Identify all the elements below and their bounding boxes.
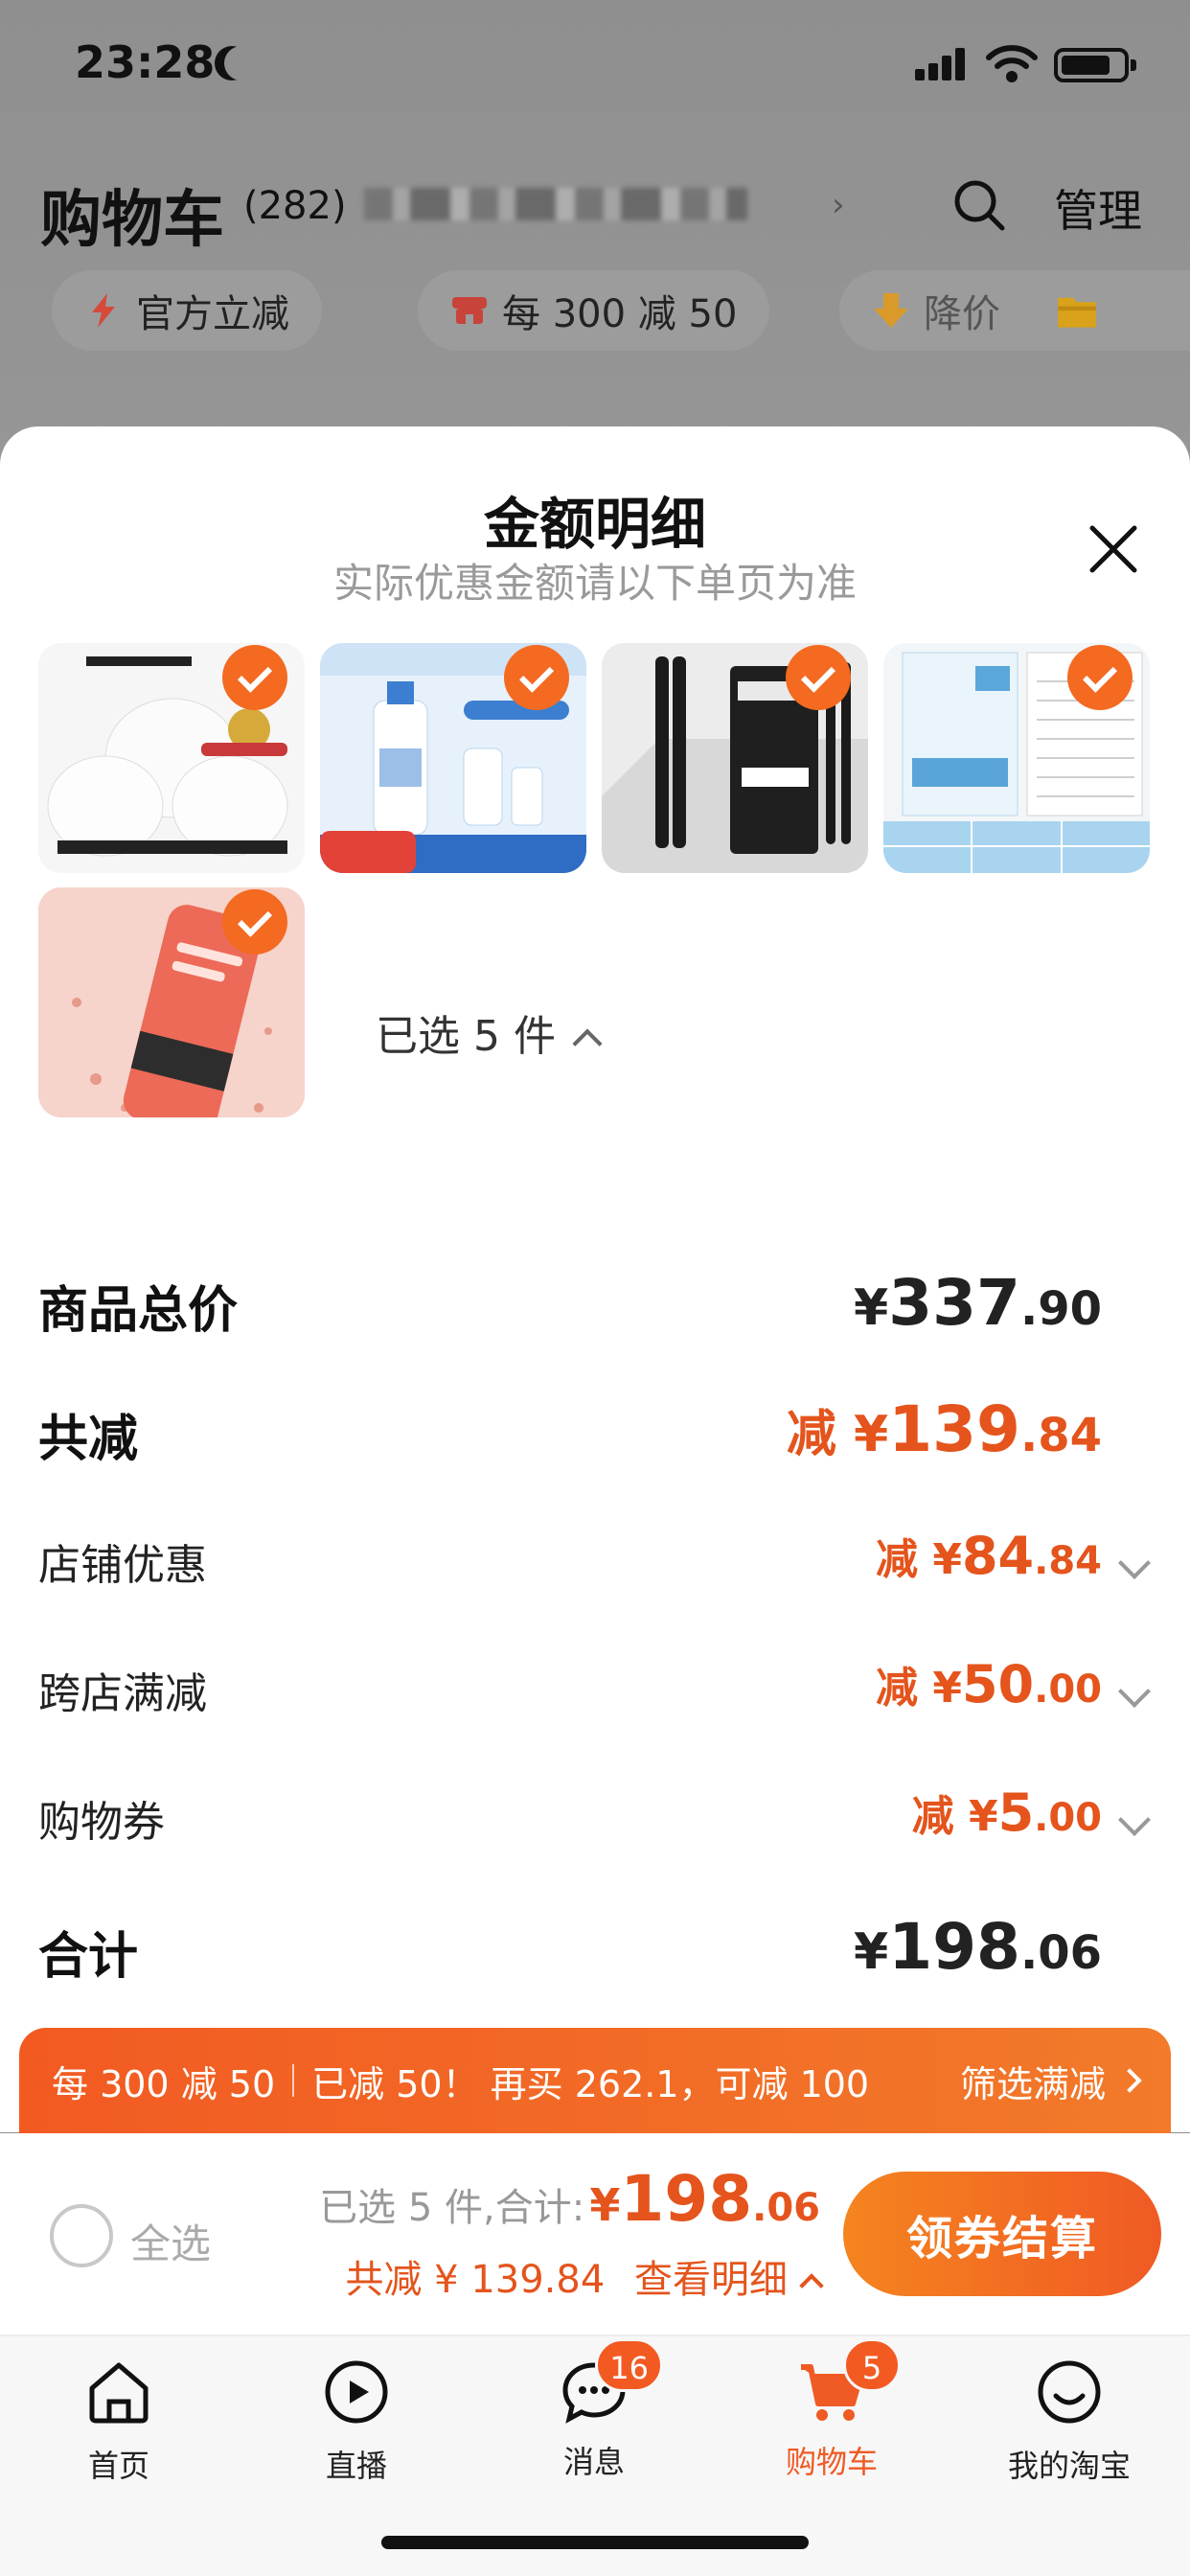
tab-label: 购物车: [785, 2444, 878, 2480]
tab-messages[interactable]: 16 消息: [498, 2338, 690, 2511]
promo-banner: 每 300 减 50 已减 50！ 再买 262.1，可减 100 筛选满减: [19, 2028, 1171, 2133]
select-all-radio[interactable]: [50, 2204, 113, 2267]
home-indicator[interactable]: [381, 2536, 809, 2549]
promo-action-label: 筛选满减: [959, 2062, 1106, 2105]
home-icon: [89, 2362, 149, 2424]
selected-count-toggle[interactable]: 已选 5 件: [376, 1001, 603, 1063]
chip-label: 每 300 减 50: [502, 292, 738, 336]
manage-button[interactable]: 管理: [1054, 176, 1142, 240]
cart-count: (282): [243, 184, 347, 228]
coupon-value: 减 ¥5.00: [911, 1782, 1102, 1843]
chip-cross-store-discount[interactable]: 每 300 减 50: [418, 270, 770, 351]
folder-icon[interactable]: [1052, 289, 1102, 332]
checkmark-icon[interactable]: [222, 645, 287, 710]
arrow-down-icon: [874, 293, 908, 328]
chip-label: 降价: [924, 292, 1000, 336]
chevron-right-icon: ›: [832, 186, 845, 224]
checkmark-icon[interactable]: [786, 645, 851, 710]
saved-amount: 共减 ¥ 139.84: [345, 2258, 606, 2302]
item-thumbnail[interactable]: [602, 643, 868, 873]
tab-label: 消息: [562, 2444, 625, 2480]
row-label: 合计: [38, 1928, 139, 1986]
tab-live[interactable]: 直播: [261, 2358, 452, 2511]
cart-title: 购物车: [40, 185, 224, 256]
shop-discount-row[interactable]: 店铺优惠 减 ¥84.84: [38, 1526, 1151, 1607]
grand-total-row: 合计 ¥198.06: [38, 1910, 1150, 1992]
amount-detail-sheet: 金额明细 实际优惠金额请以下单页为准 已选 5 件 商品总价 ¥337.90 共…: [0, 426, 1190, 2132]
item-thumbnail[interactable]: [38, 643, 305, 873]
blurred-address[interactable]: [364, 188, 747, 220]
filter-full-discount-link[interactable]: 筛选满减: [959, 2055, 1142, 2107]
checkout-bar: 全选 已选 5 件,合计: ¥198.06 共减 ¥ 139.84 查看明细 领…: [0, 2133, 1190, 2334]
tab-label: 首页: [87, 2448, 149, 2484]
view-details-link[interactable]: 查看明细: [634, 2258, 788, 2302]
profile-icon: [1038, 2360, 1101, 2424]
tab-label: 我的淘宝: [1007, 2448, 1131, 2484]
row-label: 跨店满减: [38, 1669, 207, 1718]
chip-label: 官方立减: [136, 292, 289, 336]
cross-shop-discount-row[interactable]: 跨店满减 减 ¥50.00: [38, 1654, 1151, 1736]
checkout-button[interactable]: 领券结算: [843, 2172, 1161, 2296]
sheet-subtitle: 实际优惠金额请以下单页为准: [332, 560, 857, 607]
checkmark-icon[interactable]: [504, 645, 569, 710]
selected-count-label: 已选 5 件: [376, 1012, 556, 1061]
chevron-down-icon[interactable]: [1118, 1675, 1151, 1708]
row-label: 店铺优惠: [38, 1541, 207, 1590]
wifi-icon: [986, 45, 1038, 82]
chevron-down-icon[interactable]: [1118, 1547, 1151, 1579]
coupon-row[interactable]: 购物券 减 ¥5.00: [38, 1782, 1151, 1864]
row-label: 购物券: [38, 1798, 165, 1847]
row-label: 商品总价: [38, 1282, 239, 1340]
chip-price-drop[interactable]: 降价: [839, 270, 1190, 351]
item-thumbnail[interactable]: [38, 887, 305, 1117]
promo-rule: 每 300 减 50: [52, 2062, 276, 2105]
checkout-saved[interactable]: 共减 ¥ 139.84 查看明细: [345, 2248, 824, 2304]
search-icon[interactable]: [952, 178, 1006, 232]
chevron-right-icon: [1117, 2068, 1142, 2093]
battery-icon: [1054, 48, 1136, 82]
cross-shop-discount-value: 减 ¥50.00: [876, 1654, 1102, 1714]
lightning-icon: [92, 293, 115, 328]
status-time: 23:28: [75, 36, 216, 88]
checkout-total: 已选 5 件,合计: ¥198.06: [319, 2162, 820, 2236]
checkmark-icon[interactable]: [1067, 645, 1133, 710]
app-root: 23:28 购物车 (282) › 管理 官方立减 每 300 减 50 降价 …: [0, 0, 1190, 2576]
checkmark-icon[interactable]: [222, 889, 287, 954]
sheet-title: 金额明细: [483, 492, 706, 557]
divider: [292, 2064, 295, 2097]
live-icon: [325, 2360, 388, 2424]
tab-cart[interactable]: 5 购物车: [736, 2338, 927, 2511]
tab-label: 直播: [325, 2448, 387, 2484]
select-all-label[interactable]: 全选: [130, 2212, 211, 2270]
chevron-down-icon[interactable]: [1118, 1804, 1151, 1836]
shop-icon: [452, 297, 487, 324]
goods-total-value: ¥337.90: [854, 1266, 1102, 1340]
cart-badge: 5: [843, 2338, 901, 2392]
chip-official-discount[interactable]: 官方立减: [52, 270, 322, 351]
goods-total-row: 商品总价 ¥337.90: [38, 1266, 1150, 1346]
total-discount-row: 共减 减 ¥139.84: [38, 1392, 1150, 1475]
status-bar: 23:28: [0, 0, 1190, 134]
chevron-up-icon: [799, 2273, 824, 2298]
chevron-up-icon: [572, 1028, 603, 1059]
row-label: 共减: [38, 1411, 139, 1468]
item-thumbnail[interactable]: [883, 643, 1150, 873]
shop-discount-value: 减 ¥84.84: [876, 1526, 1102, 1586]
total-discount-value: 减 ¥139.84: [786, 1392, 1102, 1466]
message-badge: 16: [595, 2338, 663, 2392]
close-icon[interactable]: [1085, 520, 1142, 578]
signal-icon: [915, 48, 973, 80]
moon-icon: [224, 46, 259, 80]
item-thumbnail[interactable]: [320, 643, 586, 873]
grand-total-value: ¥198.06: [854, 1910, 1102, 1984]
tab-home[interactable]: 首页: [23, 2358, 215, 2511]
tab-my-taobao[interactable]: 我的淘宝: [973, 2358, 1165, 2511]
promo-status: 已减 50！ 再买 262.1，可减 100: [311, 2062, 870, 2105]
